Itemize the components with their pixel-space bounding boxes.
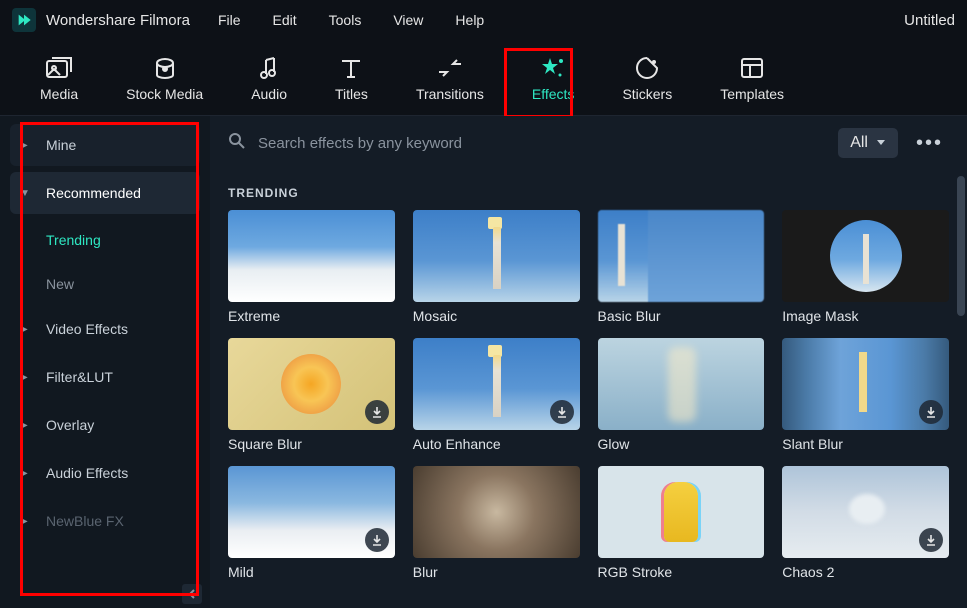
audio-icon	[255, 54, 283, 82]
sidebar-sub-new[interactable]: New	[10, 264, 200, 304]
effect-card[interactable]: Blur	[413, 466, 580, 580]
search-input[interactable]	[258, 135, 826, 152]
effect-label: Basic Blur	[598, 308, 765, 324]
stickers-icon	[633, 54, 661, 82]
effect-card[interactable]: Basic Blur	[598, 210, 765, 324]
menu-help[interactable]: Help	[455, 12, 484, 28]
effect-label: Blur	[413, 564, 580, 580]
download-icon[interactable]	[365, 400, 389, 424]
menu-edit[interactable]: Edit	[273, 12, 297, 28]
sidebar-item-recommended[interactable]: ▼ Recommended	[10, 172, 200, 214]
effect-card[interactable]: Square Blur	[228, 338, 395, 452]
effects-icon	[539, 54, 567, 82]
effect-thumbnail	[782, 466, 949, 558]
sidebar: ▶ Mine ▼ Recommended Trending New ▶ Vide…	[0, 116, 210, 608]
download-icon[interactable]	[919, 400, 943, 424]
chevron-right-icon: ▶	[20, 140, 32, 151]
media-icon	[45, 54, 73, 82]
effect-label: Extreme	[228, 308, 395, 324]
chevron-right-icon: ▶	[20, 372, 32, 383]
effect-card[interactable]: Glow	[598, 338, 765, 452]
effect-card[interactable]: Image Mask	[782, 210, 949, 324]
searchbar: All •••	[228, 116, 949, 170]
sidebar-item-filter-lut[interactable]: ▶ Filter&LUT	[10, 356, 200, 398]
sidebar-item-audio-effects[interactable]: ▶ Audio Effects	[10, 452, 200, 494]
effect-thumbnail	[228, 466, 395, 558]
tool-stock-media[interactable]: Stock Media	[126, 54, 203, 102]
filter-dropdown[interactable]: All	[838, 128, 898, 158]
effect-card[interactable]: RGB Stroke	[598, 466, 765, 580]
sidebar-item-newblue-fx[interactable]: ▶ NewBlue FX	[10, 500, 200, 542]
effect-label: Mosaic	[413, 308, 580, 324]
menu-tools[interactable]: Tools	[329, 12, 362, 28]
effect-label: Mild	[228, 564, 395, 580]
download-icon[interactable]	[550, 400, 574, 424]
effect-card[interactable]: Slant Blur	[782, 338, 949, 452]
effect-thumbnail	[228, 210, 395, 302]
effect-label: Square Blur	[228, 436, 395, 452]
sidebar-sub-trending[interactable]: Trending	[10, 220, 200, 260]
app-title: Wondershare Filmora	[46, 12, 190, 29]
effect-label: Image Mask	[782, 308, 949, 324]
effect-label: Auto Enhance	[413, 436, 580, 452]
effect-thumbnail	[413, 338, 580, 430]
effects-grid: Extreme Mosaic Basic Blur Image Mask Square …	[228, 210, 949, 580]
chevron-down-icon: ▼	[20, 188, 32, 199]
chevron-right-icon: ▶	[20, 468, 32, 479]
tool-transitions[interactable]: Transitions	[416, 54, 484, 102]
chevron-left-icon	[187, 589, 197, 599]
tool-media[interactable]: Media	[40, 54, 78, 102]
transitions-icon	[436, 54, 464, 82]
chevron-down-icon	[876, 139, 886, 147]
titles-icon	[337, 54, 365, 82]
effect-label: RGB Stroke	[598, 564, 765, 580]
templates-icon	[738, 54, 766, 82]
tool-stickers[interactable]: Stickers	[622, 54, 672, 102]
sidebar-item-video-effects[interactable]: ▶ Video Effects	[10, 308, 200, 350]
more-button[interactable]: •••	[910, 132, 949, 155]
main-panel: All ••• TRENDING Extreme Mosaic Basic Blur…	[210, 116, 967, 608]
effect-thumbnail	[228, 338, 395, 430]
effect-card[interactable]: Chaos 2	[782, 466, 949, 580]
tool-titles[interactable]: Titles	[335, 54, 368, 102]
effect-thumbnail	[782, 338, 949, 430]
section-title: TRENDING	[228, 186, 949, 200]
collapse-sidebar-button[interactable]	[182, 584, 202, 604]
document-title: Untitled	[904, 12, 955, 29]
chevron-right-icon: ▶	[20, 420, 32, 431]
menu-file[interactable]: File	[218, 12, 241, 28]
scrollbar[interactable]	[957, 176, 965, 316]
chevron-right-icon: ▶	[20, 324, 32, 335]
effect-thumbnail	[413, 210, 580, 302]
sidebar-item-mine[interactable]: ▶ Mine	[10, 124, 200, 166]
stock-media-icon	[151, 54, 179, 82]
chevron-right-icon: ▶	[20, 516, 32, 527]
sidebar-item-overlay[interactable]: ▶ Overlay	[10, 404, 200, 446]
download-icon[interactable]	[919, 528, 943, 552]
search-icon	[228, 132, 246, 155]
effect-thumbnail	[598, 338, 765, 430]
effect-card[interactable]: Extreme	[228, 210, 395, 324]
effect-card[interactable]: Mosaic	[413, 210, 580, 324]
tool-templates[interactable]: Templates	[720, 54, 784, 102]
app-logo	[12, 8, 36, 32]
menu-view[interactable]: View	[393, 12, 423, 28]
tool-audio[interactable]: Audio	[251, 54, 287, 102]
effect-card[interactable]: Mild	[228, 466, 395, 580]
toolbar: Media Stock Media Audio Titles Transitio…	[0, 40, 967, 116]
effect-label: Chaos 2	[782, 564, 949, 580]
effect-label: Slant Blur	[782, 436, 949, 452]
effect-thumbnail	[598, 210, 765, 302]
effect-card[interactable]: Auto Enhance	[413, 338, 580, 452]
effect-label: Glow	[598, 436, 765, 452]
effect-thumbnail	[413, 466, 580, 558]
tool-effects[interactable]: Effects	[532, 54, 575, 102]
effect-thumbnail	[782, 210, 949, 302]
download-icon[interactable]	[365, 528, 389, 552]
menubar: File Edit Tools View Help	[218, 12, 484, 28]
effect-thumbnail	[598, 466, 765, 558]
titlebar: Wondershare Filmora File Edit Tools View…	[0, 0, 967, 40]
filter-label: All	[850, 134, 868, 152]
